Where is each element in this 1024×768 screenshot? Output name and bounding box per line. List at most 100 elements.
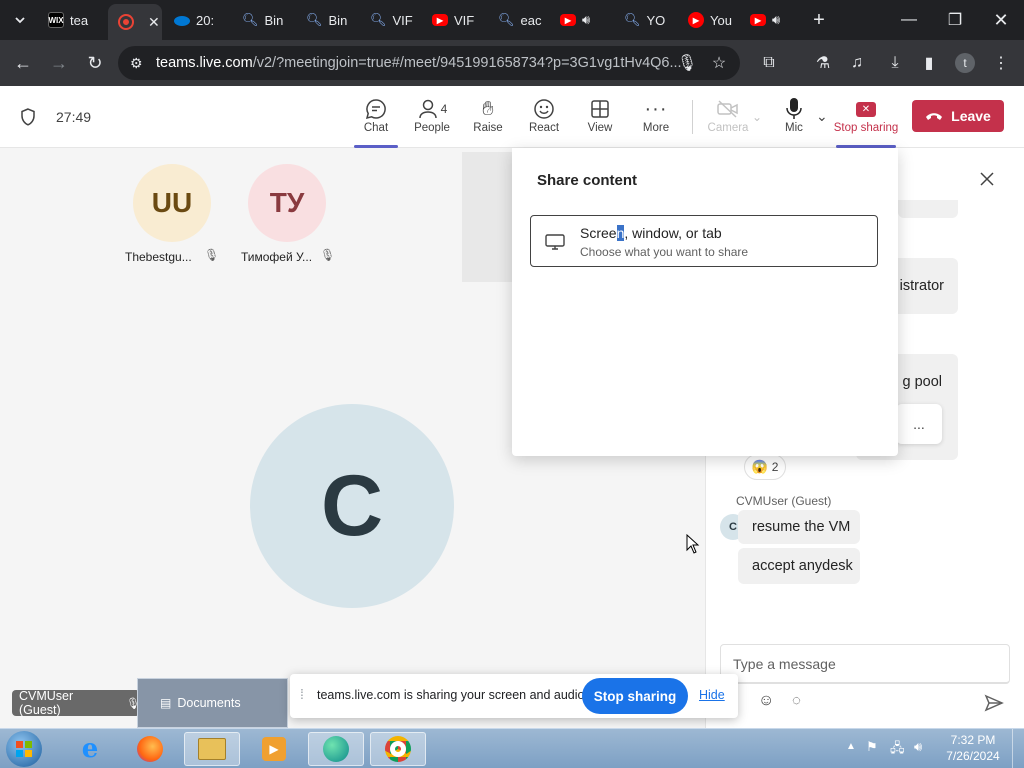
close-icon[interactable] (980, 172, 994, 186)
documents-taskbar-preview[interactable]: ▤ Documents (137, 678, 288, 728)
windows-logo-icon (16, 741, 32, 757)
show-desktop-button[interactable] (1012, 729, 1024, 768)
browser-tab-1[interactable]: WIX tea (44, 6, 100, 34)
extensions-icon[interactable]: ⧉ (758, 52, 780, 74)
action-center-flag-icon[interactable]: ⚑ (866, 739, 878, 755)
chrome-taskbar-icon[interactable] (370, 732, 426, 766)
browser-tab-8[interactable]: 🔍︎ eac (498, 6, 550, 34)
site-settings-icon[interactable]: ⚙︎ (130, 55, 143, 72)
stop-sharing-toolbar-button[interactable]: ✕ Stop sharing (834, 96, 898, 148)
self-name-badge: CVMUser (Guest) 🎙︎ (12, 689, 140, 717)
show-hidden-icons-icon[interactable]: ▲ (846, 741, 856, 752)
message-more-options-button[interactable]: ... (896, 404, 942, 444)
raise-hand-button[interactable]: ✋︎ Raise (460, 96, 516, 144)
hide-link[interactable]: Hide (699, 688, 725, 702)
emoji-icon[interactable]: ☺ (758, 692, 774, 710)
back-button[interactable]: ← (8, 48, 38, 78)
url-host: teams.live.com (156, 55, 253, 71)
mic-button[interactable]: Mic (766, 96, 822, 144)
tab-search-button[interactable] (8, 6, 32, 34)
chat-message: accept anydesk (738, 548, 860, 584)
react-button[interactable]: React (516, 96, 572, 144)
mic-chevron-icon[interactable]: ⌄ (816, 108, 828, 125)
screen-sharing-bar: ⁞ teams.live.com is sharing your screen … (290, 674, 738, 718)
labs-flask-icon[interactable]: ⚗︎ (812, 52, 834, 74)
media-player-taskbar-icon[interactable]: ▶ (246, 732, 302, 766)
people-count: 4 (440, 102, 448, 116)
edge-icon (323, 736, 349, 762)
browser-tab-10[interactable]: 🔍︎ YO (624, 6, 676, 34)
internet-explorer-taskbar-icon[interactable]: e (62, 732, 118, 766)
view-button[interactable]: View (572, 96, 628, 144)
compose-message-input[interactable]: Type a message (720, 644, 1010, 684)
audio-playing-icon: 🔊︎ (582, 12, 591, 27)
hand-icon: ✋︎ (482, 97, 494, 120)
drag-handle-icon[interactable]: ⁞ (300, 686, 304, 702)
surprised-emoji-icon: 😱 (751, 459, 768, 474)
search-icon: 🔍︎ (498, 12, 515, 27)
firefox-taskbar-icon[interactable] (122, 732, 178, 766)
network-icon[interactable]: 🖧 (890, 739, 905, 761)
chat-message: resume the VM (738, 510, 860, 544)
new-tab-button[interactable]: + (808, 6, 830, 34)
more-button[interactable]: ··· More (628, 96, 684, 144)
browser-tab-9[interactable]: ▶ 🔊︎ (560, 6, 612, 34)
participant-avatar[interactable]: ТУ (248, 164, 326, 242)
browser-tab-4[interactable]: 🔍︎ Bin (242, 6, 294, 34)
leave-button[interactable]: Leave (912, 100, 1004, 132)
volume-icon[interactable]: 🔊︎ (914, 739, 922, 755)
browser-tab-6[interactable]: 🔍︎ VIF (370, 6, 422, 34)
minimize-button[interactable]: — (886, 0, 932, 40)
toolbar-divider (692, 100, 693, 134)
browser-tab-12[interactable]: ▶ 🔊︎ (750, 6, 800, 34)
download-icon[interactable]: ⤓ (884, 52, 906, 74)
tab-close-icon[interactable]: ✕ (148, 14, 160, 31)
chevron-down-icon (15, 17, 25, 24)
reaction-pill[interactable]: 😱 2 (744, 454, 786, 480)
recording-icon (118, 14, 134, 30)
mic-muted-icon: 🎙︎ (320, 248, 336, 262)
start-button[interactable] (6, 731, 42, 767)
search-icon: 🔍︎ (370, 12, 387, 27)
address-bar[interactable]: ⚙︎ teams.live.com/v2/?meetingjoin=true#/… (118, 46, 740, 80)
sticker-icon[interactable]: ◌ (792, 692, 801, 709)
system-clock[interactable]: 7:32 PM 7/26/2024 (940, 732, 1006, 766)
message-sender: CVMUser (Guest) (736, 494, 832, 508)
edge-taskbar-icon[interactable] (308, 732, 364, 766)
window-close-button[interactable]: ✕ (978, 0, 1024, 40)
camera-chevron-icon[interactable]: ⌄ (752, 110, 762, 124)
bookmark-star-icon[interactable]: ☆ (708, 52, 730, 74)
participant-avatar[interactable]: UU (133, 164, 211, 242)
explorer-taskbar-icon[interactable] (184, 732, 240, 766)
send-icon[interactable] (984, 694, 1004, 712)
profile-avatar[interactable]: t (955, 53, 975, 73)
microphone-in-use-icon[interactable]: 🎙︎ (676, 52, 698, 74)
url-path: /v2/?meetingjoin=true#/meet/945199165873… (252, 55, 682, 71)
reload-button[interactable]: ↻ (80, 48, 110, 78)
chat-button[interactable]: Chat (348, 96, 404, 148)
main-participant-avatar[interactable]: C (250, 404, 454, 608)
share-content-panel: Share content Screen, window, or tab Cho… (512, 148, 898, 456)
message-bubble-partial (898, 200, 958, 218)
media-controls-icon[interactable]: ♫ (846, 52, 868, 74)
stop-share-icon: ✕ (856, 101, 876, 117)
share-screen-option[interactable]: Screen, window, or tab Choose what you w… (530, 215, 878, 267)
browser-menu-icon[interactable]: ⋮ (990, 52, 1012, 74)
restore-button[interactable]: ❐ (932, 0, 978, 40)
browser-tab-11[interactable]: ▶ You (688, 6, 740, 34)
youtube-icon: ▶ (750, 14, 766, 26)
side-panel-icon[interactable]: ▮ (918, 52, 940, 74)
search-icon: 🔍︎ (306, 12, 323, 27)
people-button[interactable]: 4 People (404, 96, 460, 144)
browser-tab-strip: WIX tea ✕ 20: 🔍︎ Bin 🔍︎ Bin 🔍︎ VIF ▶ VIF (0, 0, 1024, 40)
forward-button[interactable]: → (44, 48, 74, 78)
browser-toolbar: ← → ↻ ⚙︎ teams.live.com/v2/?meetingjoin=… (0, 40, 1024, 86)
stop-sharing-button[interactable]: Stop sharing (582, 678, 688, 714)
meeting-toolbar: 27:49 Chat 4 People ✋︎ Raise React View … (0, 86, 1024, 148)
browser-tab-5[interactable]: 🔍︎ Bin (306, 6, 358, 34)
camera-button[interactable]: Camera (700, 96, 756, 144)
people-icon (418, 99, 437, 119)
browser-tab-7[interactable]: ▶ VIF (432, 6, 484, 34)
browser-tab-3[interactable]: 20: (172, 6, 224, 34)
browser-tab-active[interactable]: ✕ (108, 4, 162, 40)
